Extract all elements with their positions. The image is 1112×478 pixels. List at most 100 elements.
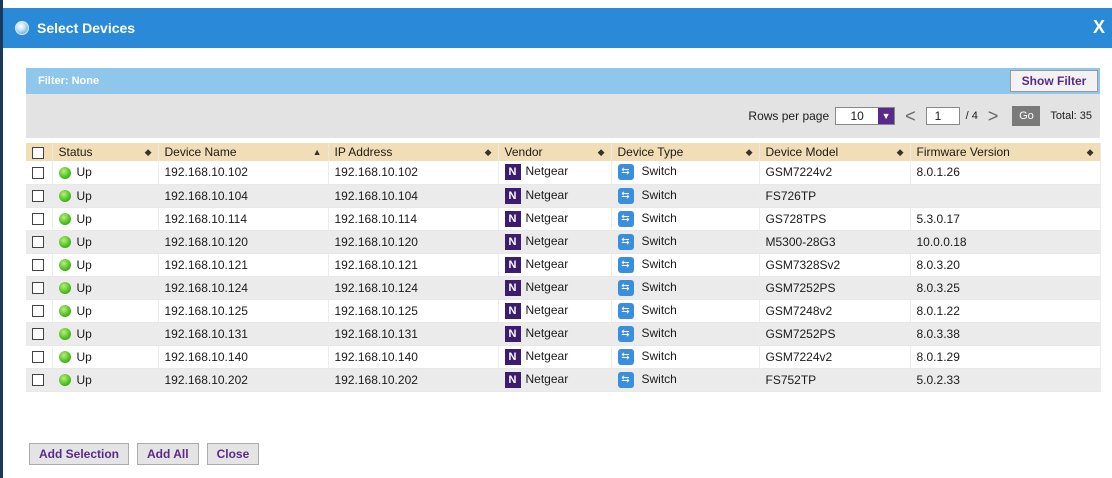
table-row[interactable]: Up 192.168.10.131 192.168.10.131 N Netgear ⇆ S… [26,322,1101,346]
sort-icon[interactable]: ◆ [145,147,152,158]
switch-icon: ⇆ [617,348,634,365]
go-button[interactable]: Go [1012,106,1041,126]
row-checkbox[interactable] [32,213,44,226]
table-row[interactable]: Up 192.168.10.140 192.168.10.140 N Netgear ⇆ S… [26,345,1101,369]
status-up-icon [58,282,71,295]
sort-icon[interactable]: ◆ [485,147,492,158]
close-button[interactable]: Close [206,443,260,465]
select-devices-dialog: Select Devices X Filter: None Show Filte… [0,0,1112,478]
next-page-icon[interactable]: > [988,107,999,125]
device-model-cell: GSM7328Sv2 [759,253,911,277]
vendor-cell: N Netgear [498,276,612,300]
column-header-ip-address[interactable]: IP Address ◆ [328,143,499,161]
row-checkbox[interactable] [32,282,44,295]
sort-icon[interactable]: ◆ [746,147,753,158]
switch-icon: ⇆ [617,302,634,319]
column-header-vendor[interactable]: Vendor ◆ [498,143,612,161]
device-type-cell: ⇆ Switch [611,276,760,300]
sort-ascending-icon[interactable]: ▲ [313,147,322,157]
column-header-firmware-version[interactable]: Firmware Version ◆ [910,143,1101,161]
show-filter-button[interactable]: Show Filter [1010,70,1098,92]
device-type-cell: ⇆ Switch [611,322,760,346]
device-type-cell: ⇆ Switch [611,184,760,208]
firmware-version-cell: 5.3.0.17 [910,207,1101,231]
ip-address-cell: 192.168.10.131 [328,322,499,346]
table-row[interactable]: Up 192.168.10.202 192.168.10.202 N Netgear ⇆ S… [26,368,1101,392]
vendor-cell: N Netgear [498,345,612,369]
column-label: Status [58,145,93,159]
switch-icon: ⇆ [617,233,634,250]
netgear-logo-icon: N [504,371,521,388]
status-text: Up [76,303,92,318]
device-model-cell: GSM7252PS [759,322,911,346]
select-cell [26,368,53,392]
column-header-device-type[interactable]: Device Type ◆ [611,143,760,161]
previous-page-icon[interactable]: < [905,107,916,125]
select-all-checkbox[interactable] [32,146,44,159]
table-row[interactable]: Up 192.168.10.125 192.168.10.125 N Netgear ⇆ S… [26,299,1101,323]
select-cell [26,184,53,208]
status-cell: Up [52,184,159,208]
filter-label: Filter: None [38,75,100,87]
row-checkbox[interactable] [32,374,44,387]
select-all-cell [26,143,53,161]
vendor-text: Netgear [525,348,569,363]
row-checkbox[interactable] [32,328,44,341]
table-row[interactable]: Up 192.168.10.102 192.168.10.102 N Netgear ⇆ S… [26,161,1101,185]
device-model-cell: GSM7224v2 [759,345,911,369]
page-number-input[interactable]: 1 [925,107,960,125]
device-model-cell: GSM7224v2 [759,161,911,185]
column-label: Vendor [504,145,543,159]
table-row[interactable]: Up 192.168.10.120 192.168.10.120 N Netgear ⇆ S… [26,230,1101,254]
table-row[interactable]: Up 192.168.10.114 192.168.10.114 N Netgear ⇆ S… [26,207,1101,231]
column-header-device-name[interactable]: Device Name ▲ [158,143,329,161]
ip-address-cell: 192.168.10.104 [328,184,499,208]
status-cell: Up [52,230,159,254]
sort-icon[interactable]: ◆ [1087,147,1094,158]
vendor-cell: N Netgear [498,253,612,277]
add-selection-button[interactable]: Add Selection [29,443,130,465]
row-checkbox[interactable] [32,167,44,180]
firmware-version-cell: 8.0.1.26 [910,161,1101,185]
netgear-logo-icon: N [504,187,521,204]
column-label: Device Name [164,145,237,159]
row-checkbox[interactable] [32,259,44,272]
rows-per-page-select[interactable]: 10 ▼ [835,107,896,125]
filter-bar: Filter: None Show Filter [26,68,1100,94]
add-all-button[interactable]: Add All [137,443,199,465]
close-icon[interactable]: X [1089,15,1109,39]
chevron-down-icon[interactable]: ▼ [878,108,895,124]
dialog-title: Select Devices [37,20,136,36]
netgear-logo-icon: N [504,233,521,250]
status-cell: Up [52,322,159,346]
status-text: Up [76,349,92,364]
table-row[interactable]: Up 192.168.10.124 192.168.10.124 N Netgear ⇆ S… [26,276,1101,300]
sort-icon[interactable]: ◆ [598,147,605,158]
status-cell: Up [52,207,159,231]
row-checkbox[interactable] [32,305,44,318]
ip-address-cell: 192.168.10.121 [328,253,499,277]
vendor-text: Netgear [525,233,569,248]
row-checkbox[interactable] [32,236,44,249]
device-type-text: Switch [641,279,677,294]
column-header-device-model[interactable]: Device Model ◆ [759,143,911,161]
column-header-status[interactable]: Status ◆ [52,143,159,161]
device-model-cell: GSM7248v2 [759,299,911,323]
ip-address-cell: 192.168.10.102 [328,161,499,185]
table-row[interactable]: Up 192.168.10.104 192.168.10.104 N Netgear ⇆ S… [26,184,1101,208]
row-checkbox[interactable] [32,351,44,364]
ip-address-cell: 192.168.10.125 [328,299,499,323]
sort-icon[interactable]: ◆ [897,147,904,158]
row-checkbox[interactable] [32,190,44,203]
switch-icon: ⇆ [617,210,634,227]
table-row[interactable]: Up 192.168.10.121 192.168.10.121 N Netgear ⇆ S… [26,253,1101,277]
vendor-text: Netgear [525,256,569,271]
status-text: Up [76,234,92,249]
device-type-text: Switch [641,210,677,225]
page-count: / 4 [965,110,978,122]
device-type-cell: ⇆ Switch [611,299,760,323]
dialog-frame-edge [0,0,3,478]
device-name-cell: 192.168.10.102 [158,161,329,185]
select-cell [26,345,53,369]
device-type-cell: ⇆ Switch [611,230,760,254]
